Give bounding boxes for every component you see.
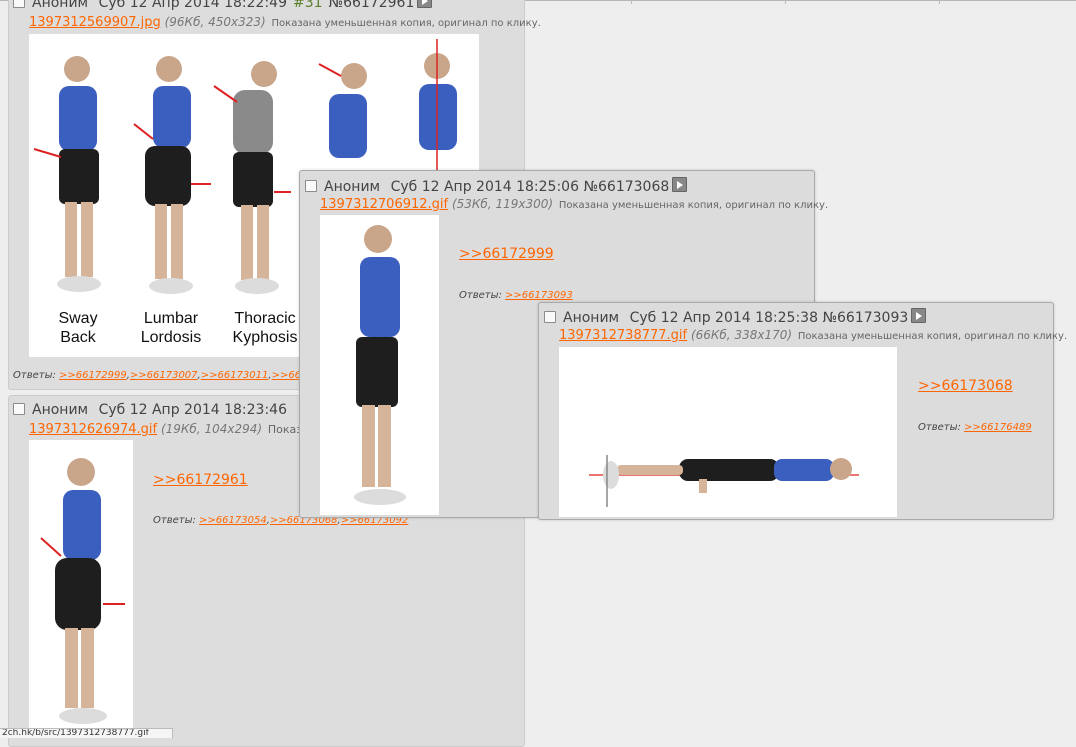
post-date: Суб 12 Апр 2014 18:25:06 <box>390 179 579 195</box>
answers: Ответы: >>66173093 <box>459 290 573 301</box>
file-meta: (19Кб, 104x294) <box>160 422 263 436</box>
post-header: Аноним Суб 12 Апр 2014 18:22:49 #31 №66172… <box>13 0 433 11</box>
play-icon[interactable] <box>911 308 927 323</box>
answer-link[interactable]: >>66173054 <box>199 515 267 526</box>
checkbox-icon[interactable] <box>13 0 25 8</box>
thumbnail-note: Показана уменьшенная копия, оригинал по … <box>271 18 541 29</box>
answer-link[interactable]: >>66172999 <box>59 370 127 381</box>
post-image[interactable] <box>29 440 133 734</box>
poster-name: Аноним <box>563 310 620 326</box>
reply-link[interactable]: >>66172961 <box>153 472 248 488</box>
figure-forward-head <box>318 63 367 158</box>
answers: Ответы: >>66176489 <box>918 422 1032 433</box>
file-meta: (66Кб, 338x170) <box>690 328 793 342</box>
image-label: Sway <box>58 310 97 327</box>
post-index[interactable]: #31 <box>293 0 323 11</box>
reply-link[interactable]: >>66173068 <box>918 378 1013 394</box>
file-info: 1397312626974.gif (19Кб, 104x294) Показа <box>29 422 309 437</box>
answers-label: Ответы: <box>918 422 961 433</box>
tab-divider <box>939 0 940 4</box>
answer-link[interactable]: >>66173093 <box>505 290 573 301</box>
poster-name: Аноним <box>32 0 89 11</box>
poster-name: Аноним <box>324 179 381 195</box>
post-image[interactable] <box>559 347 897 517</box>
file-info: 1397312706912.gif (53Кб, 119x300) Показа… <box>320 197 828 212</box>
image-label: Kyphosis <box>233 329 298 346</box>
post-number[interactable]: №66173068 <box>583 179 669 195</box>
answer-link[interactable]: >>66176489 <box>964 422 1032 433</box>
file-meta: (96Кб, 450x323) <box>164 15 266 29</box>
tab-divider <box>785 0 786 4</box>
file-link[interactable]: 1397312706912.gif <box>320 197 448 212</box>
answers-label: Ответы: <box>13 370 56 381</box>
post-header: Аноним Суб 12 Апр 2014 18:23:46 <box>13 402 287 418</box>
answers: Ответы: >>66172999,>>66173007,>>66173011… <box>13 370 308 381</box>
image-label: Lumbar <box>144 310 199 327</box>
tab-divider <box>631 0 632 4</box>
post-number[interactable]: №66172961 <box>329 0 415 11</box>
post-image[interactable] <box>320 215 439 515</box>
reply-link[interactable]: >>66172999 <box>459 246 554 262</box>
checkbox-icon[interactable] <box>13 403 25 415</box>
file-link[interactable]: 1397312626974.gif <box>29 422 157 437</box>
thumbnail-note: Показана уменьшенная копия, оригинал по … <box>558 200 829 211</box>
checkbox-icon[interactable] <box>544 311 556 323</box>
figure-lumbar-lordosis <box>133 56 211 294</box>
post-number[interactable]: №66173093 <box>822 310 908 326</box>
image-label: Back <box>60 329 97 346</box>
file-link[interactable]: 1397312569907.jpg <box>29 15 161 30</box>
thumbnail-note: Показана уменьшенная копия, оригинал по … <box>797 331 1068 342</box>
post-date: Суб 12 Апр 2014 18:23:46 <box>98 402 287 418</box>
play-icon[interactable] <box>672 177 688 192</box>
figure-sway-back <box>33 56 101 292</box>
answers-label: Ответы: <box>153 515 196 526</box>
answers-label: Ответы: <box>459 290 502 301</box>
file-info: 1397312569907.jpg (96Кб, 450x323) Показа… <box>29 15 541 30</box>
post-date: Суб 12 Апр 2014 18:25:38 <box>629 310 818 326</box>
answer-link[interactable]: >>66173007 <box>130 370 198 381</box>
post-header: Аноним Суб 12 Апр 2014 18:25:06 №6617306… <box>305 177 688 195</box>
checkbox-icon[interactable] <box>305 180 317 192</box>
file-meta: (53Кб, 119x300) <box>451 197 554 211</box>
image-label: Lordosis <box>141 329 201 346</box>
popup-post-66173093: Аноним Суб 12 Апр 2014 18:25:38 №6617309… <box>538 302 1067 520</box>
play-icon[interactable] <box>417 0 433 8</box>
post-header: Аноним Суб 12 Апр 2014 18:25:38 №6617309… <box>544 308 927 326</box>
file-link[interactable]: 1397312738777.gif <box>559 328 687 343</box>
poster-name: Аноним <box>32 402 89 418</box>
figure-thoracic-kyphosis <box>213 61 291 294</box>
file-info: 1397312738777.gif (66Кб, 338x170) Показа… <box>559 328 1067 343</box>
answer-link[interactable]: >>66173011 <box>201 370 269 381</box>
post-date: Суб 12 Апр 2014 18:22:49 <box>98 0 287 11</box>
image-label: Thoracic <box>234 310 295 327</box>
